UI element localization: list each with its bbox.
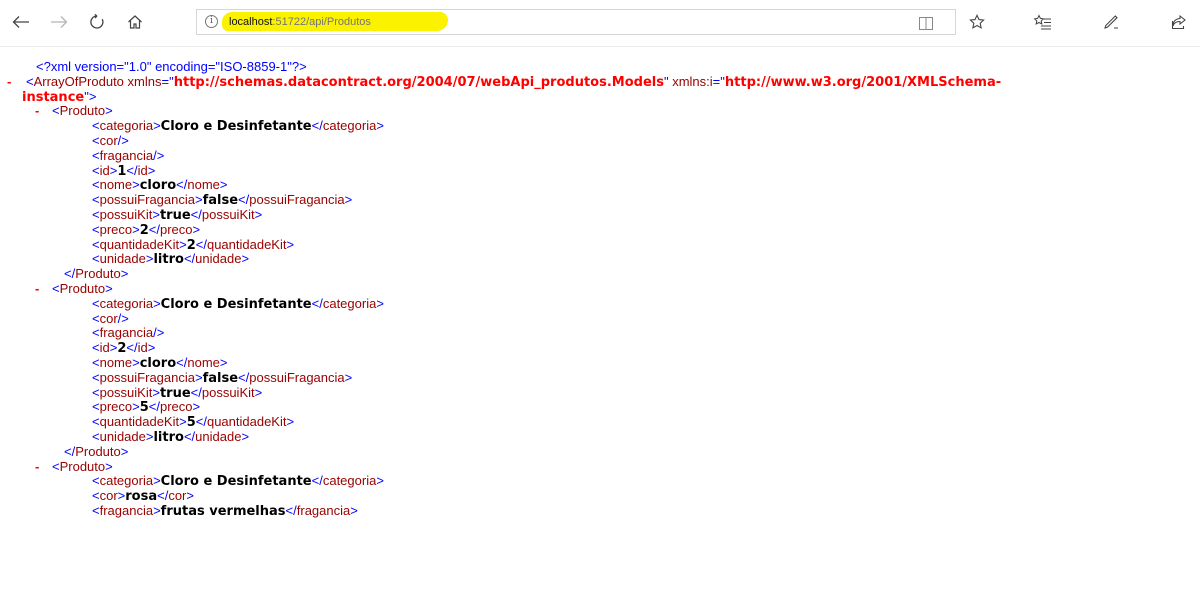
home-icon[interactable] — [120, 8, 150, 36]
favorite-star-icon[interactable] — [962, 8, 992, 36]
collapse-toggle[interactable]: - — [35, 281, 39, 297]
xml-element-categoria: <categoria>Cloro e Desinfetante</categor… — [92, 473, 384, 490]
xml-element-preco: <preco>2</preco> — [92, 221, 201, 238]
url-path: :51722/api/Produtos — [272, 16, 371, 28]
xml-element-cor: <cor>rosa</cor> — [92, 488, 194, 505]
collapse-toggle[interactable]: - — [35, 459, 39, 475]
xml-element-fragancia: <fragancia/> — [92, 325, 165, 341]
url-text[interactable]: localhost:51722/api/Produtos — [229, 15, 371, 29]
produto-open-tag: - <Produto> — [35, 458, 113, 475]
xml-element-unidade: <unidade>litro</unidade> — [92, 428, 250, 445]
produto-close-tag: </Produto> — [64, 266, 129, 282]
xml-element-cor: <cor/> — [92, 310, 129, 326]
address-bar[interactable]: i localhost:51722/api/Produtos — [196, 9, 956, 35]
xml-element-categoria: <categoria>Cloro e Desinfetante</categor… — [92, 118, 384, 135]
xml-element-possuiFragancia: <possuiFragancia>false</possuiFragancia> — [92, 192, 353, 209]
xml-element-possuiFragancia: <possuiFragancia>false</possuiFragancia> — [92, 369, 353, 386]
xml-element-id: <id>1</id> — [92, 162, 156, 179]
xml-element-preco: <preco>5</preco> — [92, 399, 201, 416]
back-arrow-icon[interactable] — [6, 8, 36, 36]
url-host: localhost — [229, 16, 273, 28]
xml-element-id: <id>2</id> — [92, 340, 156, 357]
collapse-toggle[interactable]: - — [7, 74, 11, 90]
info-icon[interactable]: i — [205, 15, 218, 28]
web-note-pen-icon[interactable] — [1096, 8, 1126, 36]
root-open-tag: - <ArrayOfProduto xmlns="http://schemas.… — [7, 73, 1002, 90]
produto-open-tag: - <Produto> — [35, 280, 113, 297]
collapse-toggle[interactable]: - — [35, 104, 39, 119]
produto-open-tag: - <Produto> — [35, 103, 113, 119]
xml-element-fragancia: <fragancia>frutas vermelhas</fragancia> — [92, 502, 358, 519]
xml-declaration: <?xml version="1.0" encoding="ISO-8859-1… — [36, 59, 307, 74]
reading-view-icon[interactable] — [919, 15, 933, 30]
xml-element-unidade: <unidade>litro</unidade> — [92, 251, 250, 268]
xml-element-nome: <nome>cloro</nome> — [92, 354, 228, 371]
forward-arrow-icon[interactable] — [44, 8, 74, 36]
share-icon[interactable] — [1164, 8, 1194, 36]
xml-element-nome: <nome>cloro</nome> — [92, 177, 228, 194]
browser-toolbar: i localhost:51722/api/Produtos — [0, 0, 1200, 47]
xml-element-possuiKit: <possuiKit>true</possuiKit> — [92, 384, 263, 401]
xml-element-categoria: <categoria>Cloro e Desinfetante</categor… — [92, 295, 384, 312]
xml-element-possuiKit: <possuiKit>true</possuiKit> — [92, 206, 263, 223]
produto-close-tag: </Produto> — [64, 443, 129, 459]
refresh-icon[interactable] — [82, 8, 112, 36]
xml-element-cor: <cor/> — [92, 132, 129, 148]
favorites-list-icon[interactable] — [1028, 8, 1058, 36]
xml-document: <?xml version="1.0" encoding="ISO-8859-1… — [0, 59, 1200, 519]
xml-element-fragancia: <fragancia/> — [92, 147, 165, 163]
xml-element-quantidadeKit: <quantidadeKit>5</quantidadeKit> — [92, 414, 295, 431]
root-open-tag-wrap: instance"> — [22, 88, 97, 105]
xml-element-quantidadeKit: <quantidadeKit>2</quantidadeKit> — [92, 236, 295, 253]
